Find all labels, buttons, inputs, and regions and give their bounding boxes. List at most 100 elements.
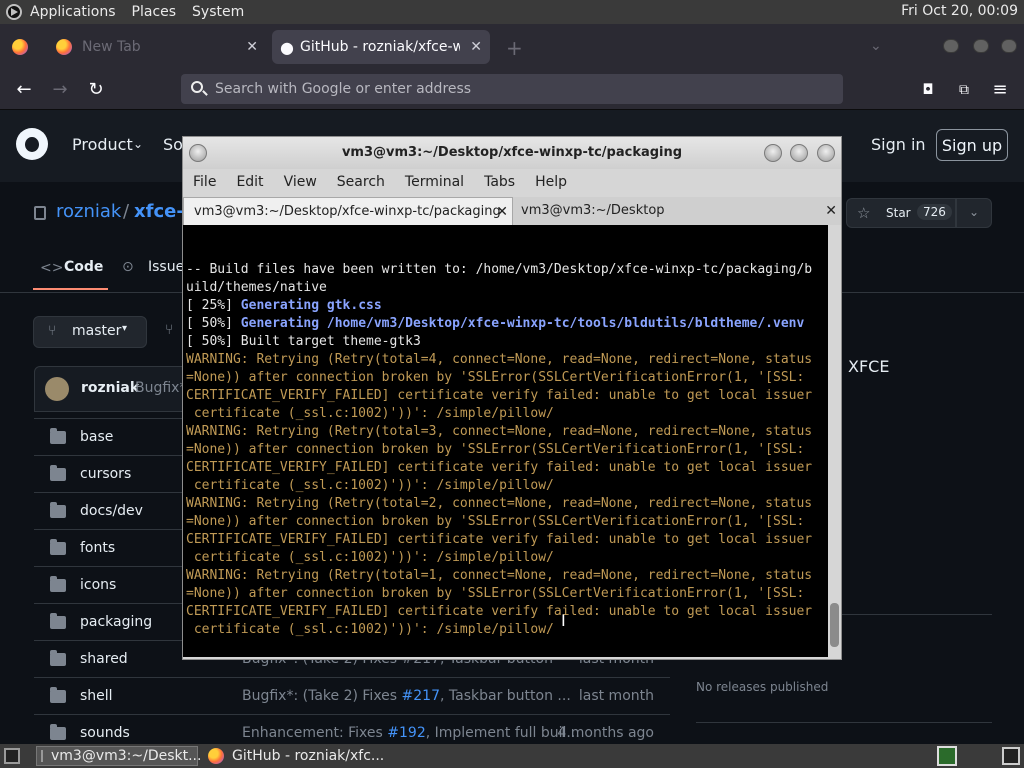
file-name[interactable]: icons	[80, 577, 116, 593]
menu-tabs[interactable]: Tabs	[474, 174, 525, 190]
terminal-window[interactable]: vm3@vm3:~/Desktop/xfce-winxp-tc/packagin…	[182, 136, 842, 660]
terminal-menubar: File Edit View Search Terminal Tabs Help	[183, 169, 841, 195]
issues-icon: ⊙	[122, 259, 134, 275]
terminal-tab-label: vm3@vm3:~/Desktop	[521, 203, 665, 218]
clock[interactable]: Fri Oct 20, 00:09	[901, 3, 1018, 19]
url-bar[interactable]: Search with Google or enter address	[181, 74, 843, 104]
branch-selector[interactable]: ⑂ master ▾	[33, 316, 147, 348]
commit-message[interactable]: Bugfix*: (Take 2) Fixes #217, Taskbar bu…	[242, 688, 571, 704]
github-logo-icon[interactable]	[16, 128, 48, 160]
forward-icon[interactable]: →	[50, 80, 70, 100]
menu-icon[interactable]: ≡	[990, 80, 1010, 100]
window-title: vm3@vm3:~/Desktop/xfce-winxp-tc/packagin…	[341, 145, 683, 160]
issue-link[interactable]: #217	[402, 688, 440, 704]
star-dropdown-button[interactable]: ⌄	[956, 198, 992, 228]
branches-icon[interactable]: ⑂	[165, 322, 173, 338]
menu-edit[interactable]: Edit	[226, 174, 273, 190]
commit-author[interactable]: rozniak	[81, 380, 139, 396]
workspace-switcher-icon[interactable]	[1002, 747, 1020, 765]
reload-icon[interactable]: ↻	[86, 80, 106, 100]
terminal-line: [ 50%] Built target theme-gtk3	[183, 333, 828, 351]
terminal-titlebar[interactable]: vm3@vm3:~/Desktop/xfce-winxp-tc/packagin…	[183, 137, 841, 169]
caret-down-icon: ▾	[122, 323, 128, 334]
repo-owner-link[interactable]: rozniak	[56, 201, 121, 222]
file-name[interactable]: shared	[80, 651, 128, 667]
terminal-tab-packaging[interactable]: vm3@vm3:~/Desktop/xfce-winxp-tc/packagin…	[183, 197, 513, 225]
maximize-button[interactable]	[973, 39, 989, 53]
terminal-line: WARNING: Retrying (Retry(total=2, connec…	[183, 495, 828, 513]
sign-in-link[interactable]: Sign in	[871, 135, 926, 154]
terminal-tab-desktop[interactable]: vm3@vm3:~/Desktop ✕	[511, 197, 841, 225]
terminal-line-text: CERTIFICATE_VERIFY_FAILED] certificate v…	[186, 532, 813, 547]
file-name[interactable]: docs/dev	[80, 503, 143, 519]
browser-tabbar: New Tab ✕ ● GitHub - rozniak/xfce-winxp …	[0, 24, 1024, 70]
url-placeholder: Search with Google or enter address	[215, 81, 472, 97]
file-name[interactable]: base	[80, 429, 113, 445]
file-name[interactable]: sounds	[80, 725, 130, 741]
close-tab-icon[interactable]: ✕	[470, 39, 482, 55]
maximize-button[interactable]	[790, 144, 808, 162]
menu-help[interactable]: Help	[525, 174, 577, 190]
file-name[interactable]: shell	[80, 688, 113, 704]
folder-icon	[50, 576, 66, 592]
menu-system[interactable]: System	[184, 4, 252, 20]
tab-issues[interactable]: Issue	[148, 259, 184, 275]
tab-new-tab[interactable]: New Tab ✕	[48, 30, 266, 64]
minimize-button[interactable]	[764, 144, 782, 162]
close-tab-icon[interactable]: ✕	[825, 197, 837, 225]
menu-file[interactable]: File	[183, 174, 226, 190]
folder-icon	[50, 428, 66, 444]
close-tab-icon[interactable]: ✕	[496, 198, 508, 226]
scrollbar-thumb[interactable]	[830, 603, 839, 647]
folder-icon	[50, 539, 66, 555]
commit-message-text: Enhancement: Fixes	[242, 725, 388, 741]
divider	[696, 722, 992, 723]
folder-icon	[50, 724, 66, 740]
task-terminal[interactable]: vm3@vm3:~/Deskt...	[36, 746, 201, 766]
browser-navbar: ← → ↻ Search with Google or enter addres…	[0, 70, 1024, 110]
minimize-button[interactable]	[943, 39, 959, 53]
menu-applications[interactable]: Applications	[22, 4, 124, 20]
tab-code[interactable]: Code	[64, 259, 103, 275]
task-firefox[interactable]: GitHub - rozniak/xfc...	[204, 746, 404, 766]
repo-icon	[34, 206, 46, 220]
terminal-output[interactable]: -- Build files have been written to: /ho…	[183, 225, 828, 657]
terminal-line-text: WARNING: Retrying (Retry(total=4, connec…	[186, 352, 813, 367]
search-icon	[191, 81, 203, 93]
extensions-icon[interactable]: ⧉	[954, 80, 974, 100]
chevron-down-icon[interactable]: ⌄	[870, 38, 882, 54]
nav-solutions[interactable]: So	[163, 135, 183, 154]
file-name[interactable]: cursors	[80, 466, 131, 482]
tray-app-icon[interactable]	[937, 746, 957, 766]
file-name[interactable]: fonts	[80, 540, 115, 556]
back-icon[interactable]: ←	[14, 80, 34, 100]
close-window-button[interactable]	[1001, 39, 1017, 53]
nav-product[interactable]: Product	[72, 135, 133, 154]
text-cursor-icon: I	[561, 611, 566, 630]
active-tab-underline	[33, 288, 108, 290]
applications-icon[interactable]	[6, 4, 22, 20]
issue-link[interactable]: #192	[387, 725, 425, 741]
repo-name-link[interactable]: xfce-	[134, 201, 184, 222]
table-row[interactable]: shell Bugfix*: (Take 2) Fixes #217, Task…	[34, 677, 670, 714]
terminal-scrollbar[interactable]	[828, 225, 841, 657]
star-button[interactable]: ☆ Star 726	[846, 198, 956, 228]
avatar[interactable]	[45, 377, 69, 401]
menu-terminal[interactable]: Terminal	[395, 174, 474, 190]
tab-github[interactable]: ● GitHub - rozniak/xfce-winxp ✕	[272, 30, 490, 64]
sign-up-button[interactable]: Sign up	[936, 129, 1008, 161]
terminal-line-text: =None)) after connection broken by 'SSLE…	[186, 514, 805, 529]
pocket-icon[interactable]: ◘	[918, 80, 938, 100]
terminal-line-text: CERTIFICATE_VERIFY_FAILED] certificate v…	[186, 388, 813, 403]
menu-search[interactable]: Search	[327, 174, 395, 190]
close-window-button[interactable]	[817, 144, 835, 162]
window-menu-button[interactable]	[189, 144, 207, 162]
firefox-icon	[208, 748, 224, 764]
show-desktop-icon[interactable]	[4, 748, 20, 764]
close-tab-icon[interactable]: ✕	[246, 39, 258, 55]
menu-view[interactable]: View	[274, 174, 327, 190]
new-tab-icon[interactable]: +	[506, 36, 523, 60]
menu-places[interactable]: Places	[124, 4, 185, 20]
commit-message[interactable]: Enhancement: Fixes #192, Implement full …	[242, 725, 580, 741]
file-name[interactable]: packaging	[80, 614, 152, 630]
